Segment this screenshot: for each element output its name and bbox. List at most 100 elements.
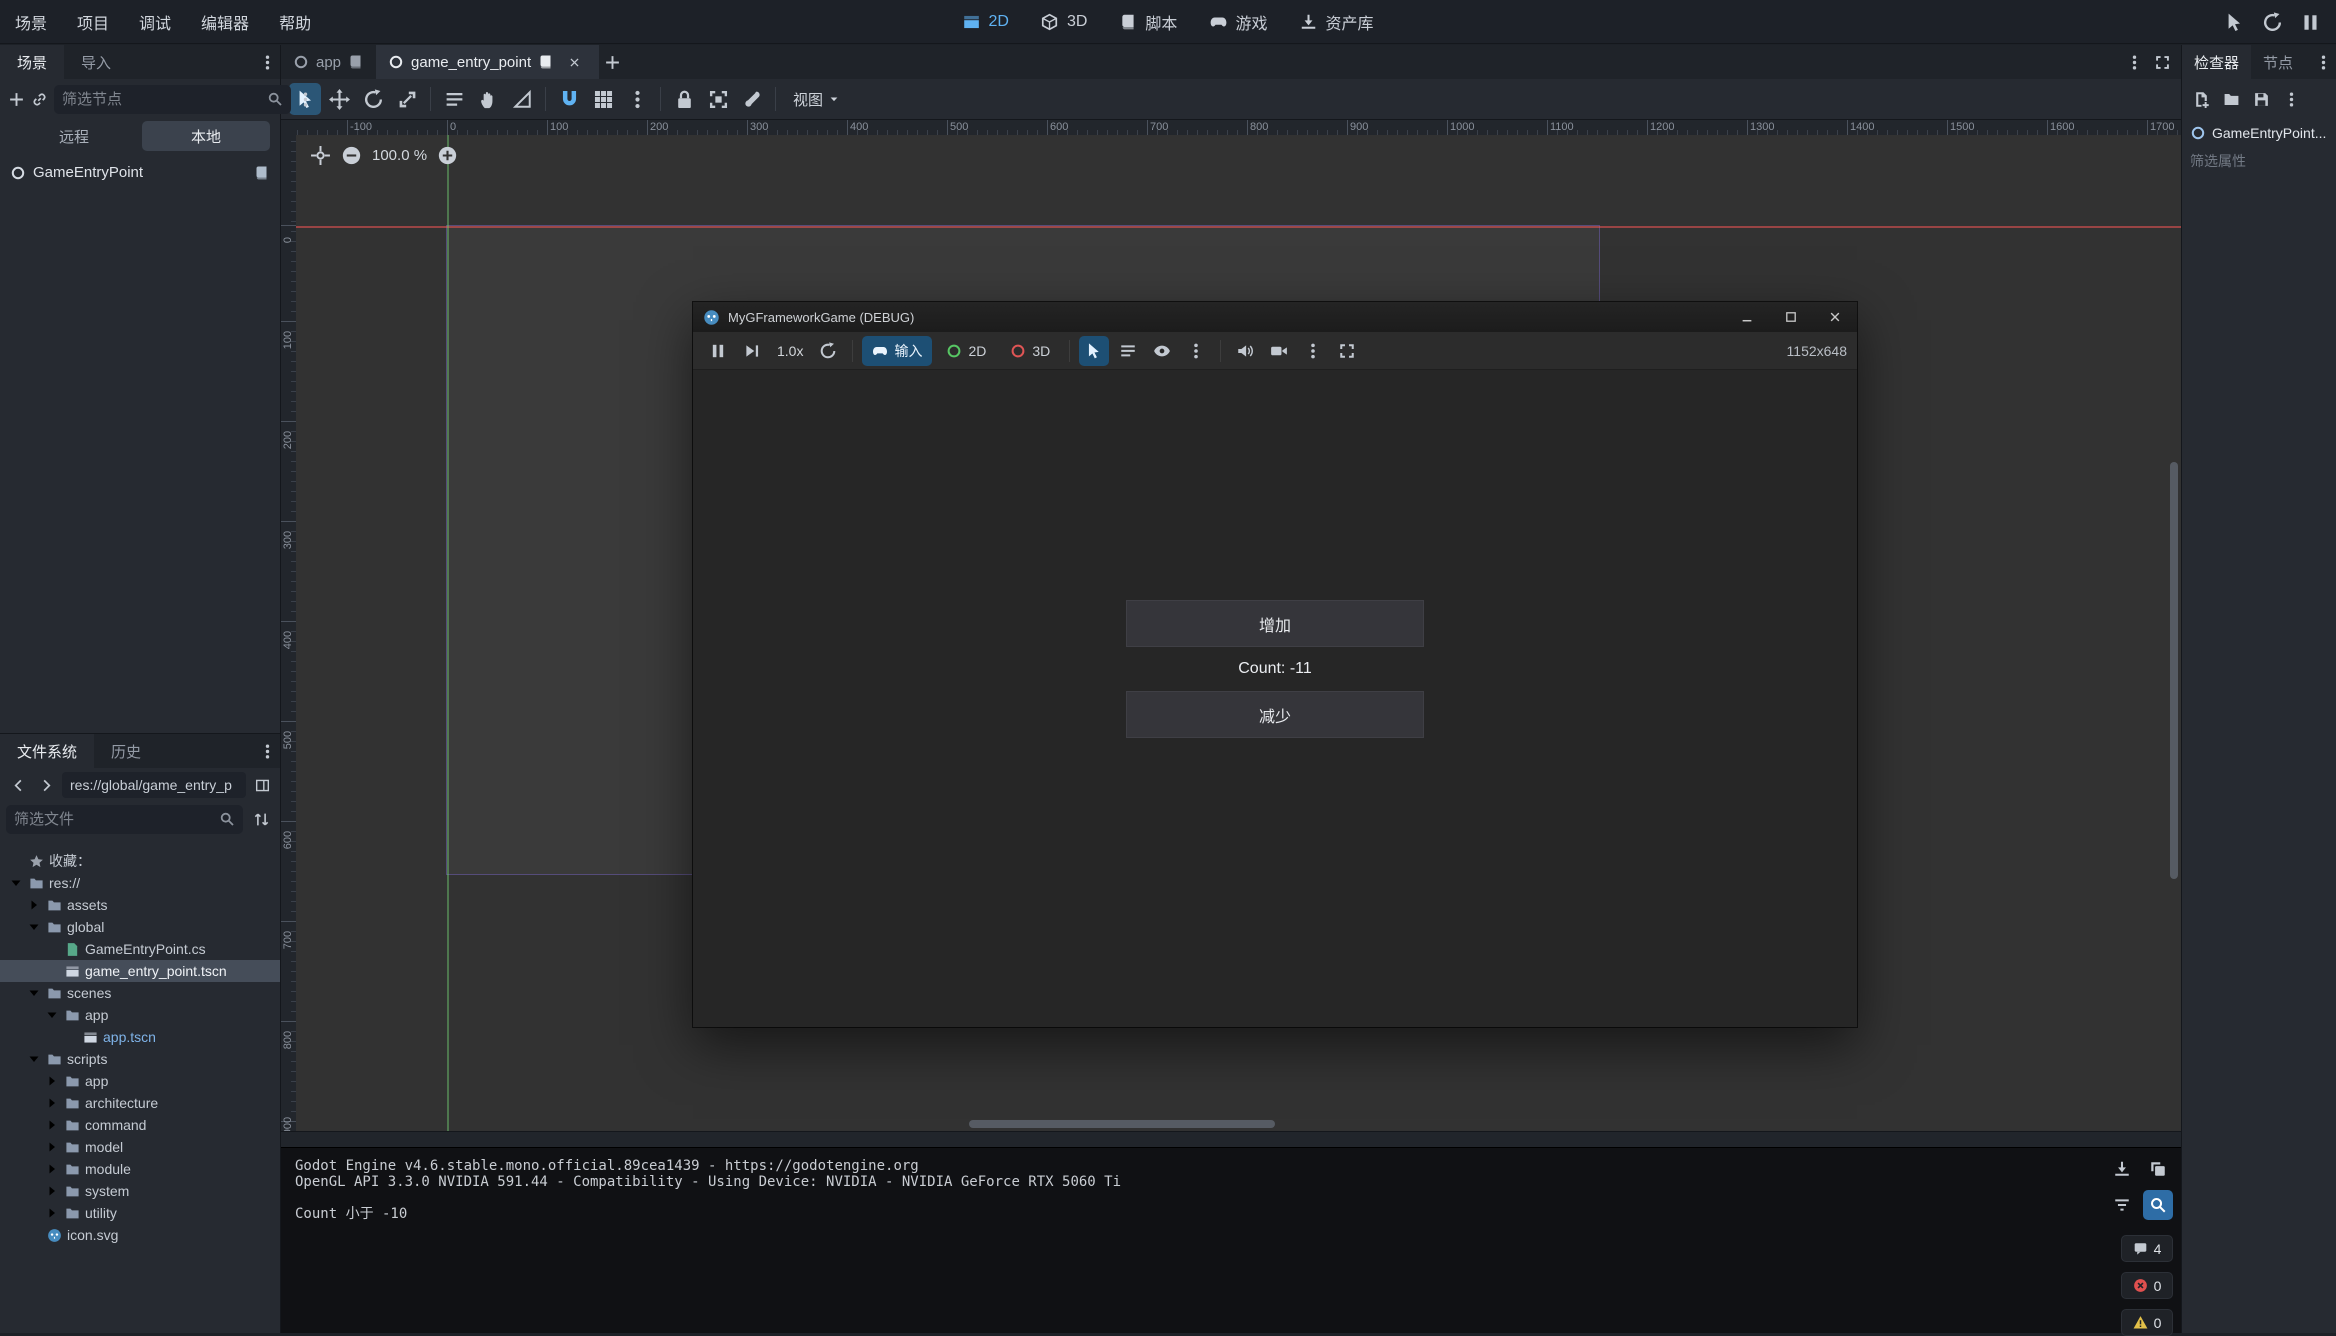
save-log-button[interactable] bbox=[2107, 1154, 2137, 1184]
close-window-button[interactable] bbox=[1813, 302, 1857, 332]
scale-tool-button[interactable] bbox=[391, 83, 423, 115]
filter-nodes-input[interactable] bbox=[62, 91, 261, 108]
pause-game-button[interactable] bbox=[2294, 6, 2326, 38]
selection-options-button[interactable] bbox=[1181, 336, 1211, 366]
search-log-button[interactable] bbox=[2143, 1190, 2173, 1220]
debug-3d-toggle[interactable]: 3D bbox=[1000, 336, 1060, 366]
scene-tab-app[interactable]: app bbox=[281, 45, 376, 79]
instance-scene-button[interactable] bbox=[31, 86, 48, 112]
embed-fullscreen-button[interactable] bbox=[1332, 336, 1362, 366]
sort-files-button[interactable] bbox=[248, 806, 274, 832]
input-mode-toggle[interactable]: 输入 bbox=[862, 336, 932, 366]
smart-snap-button[interactable] bbox=[553, 83, 585, 115]
game-window-titlebar[interactable]: MyGFrameworkGame (DEBUG) bbox=[693, 302, 1857, 332]
center-view-icon[interactable] bbox=[310, 145, 331, 166]
hscrollbar-thumb[interactable] bbox=[969, 1120, 1275, 1128]
workspace-script[interactable]: 脚本 bbox=[1106, 6, 1190, 38]
tree-row-scripts-app[interactable]: app bbox=[0, 1070, 280, 1092]
tree-row-scripts[interactable]: scripts bbox=[0, 1048, 280, 1070]
scene-root-node-row[interactable]: GameEntryPoint bbox=[0, 159, 280, 186]
expander-right-icon[interactable] bbox=[44, 1073, 60, 1089]
scene-tab-game-entry-point[interactable]: game_entry_point bbox=[376, 45, 599, 79]
expander-down-icon[interactable] bbox=[8, 875, 24, 891]
lock-selected-button[interactable] bbox=[668, 83, 700, 115]
nav-back-button[interactable] bbox=[6, 773, 30, 797]
expander-down-icon[interactable] bbox=[44, 1007, 60, 1023]
favorites-row[interactable]: 收藏： bbox=[0, 850, 280, 872]
tab-inspector[interactable]: 检查器 bbox=[2182, 45, 2251, 79]
remote-button[interactable]: 远程 bbox=[10, 121, 138, 151]
workspace-game[interactable]: 游戏 bbox=[1196, 6, 1280, 38]
tab-history[interactable]: 历史 bbox=[94, 734, 158, 768]
selection-visibility-button[interactable] bbox=[1147, 336, 1177, 366]
tree-row-assets[interactable]: assets bbox=[0, 894, 280, 916]
load-resource-button[interactable] bbox=[2218, 86, 2244, 112]
minimize-window-button[interactable] bbox=[1725, 302, 1769, 332]
save-resource-button[interactable] bbox=[2248, 86, 2274, 112]
tree-row-module[interactable]: module bbox=[0, 1158, 280, 1180]
expander-down-icon[interactable] bbox=[26, 1051, 42, 1067]
pan-tool-button[interactable] bbox=[472, 83, 504, 115]
snap-options-button[interactable] bbox=[621, 83, 653, 115]
workspace-2d[interactable]: 2D bbox=[950, 6, 1022, 38]
list-select-tool-button[interactable] bbox=[438, 83, 470, 115]
distraction-free-button[interactable] bbox=[2149, 49, 2175, 75]
zoom-level-label[interactable]: 100.0 % bbox=[372, 147, 427, 164]
next-frame-button[interactable] bbox=[737, 336, 767, 366]
local-button[interactable]: 本地 bbox=[142, 121, 270, 151]
filesystem-menu-button[interactable] bbox=[254, 738, 280, 764]
tree-row-model[interactable]: model bbox=[0, 1136, 280, 1158]
workspace-assetlib[interactable]: 资产库 bbox=[1286, 6, 1386, 38]
messages-filter-badge[interactable]: 4 bbox=[2121, 1235, 2173, 1262]
menu-help[interactable]: 帮助 bbox=[264, 0, 326, 43]
tree-row-gameentrypoint-cs[interactable]: GameEntryPoint.cs bbox=[0, 938, 280, 960]
vscrollbar-thumb[interactable] bbox=[2170, 462, 2178, 879]
workspace-3d[interactable]: 3D bbox=[1028, 6, 1100, 38]
tree-row-app-tscn[interactable]: app.tscn bbox=[0, 1026, 280, 1048]
inspector-dock-menu-button[interactable] bbox=[2310, 49, 2336, 75]
add-node-button[interactable] bbox=[8, 86, 25, 112]
tab-import[interactable]: 导入 bbox=[64, 45, 128, 79]
current-path-input[interactable] bbox=[62, 772, 246, 798]
expander-down-icon[interactable] bbox=[26, 919, 42, 935]
collapse-duplicates-button[interactable] bbox=[2107, 1190, 2137, 1220]
expander-right-icon[interactable] bbox=[26, 897, 42, 913]
camera-options-button[interactable] bbox=[1298, 336, 1328, 366]
scene-dock-menu-button[interactable] bbox=[254, 49, 280, 75]
expander-down-icon[interactable] bbox=[26, 985, 42, 1001]
maximize-window-button[interactable] bbox=[1769, 302, 1813, 332]
warnings-filter-badge[interactable]: 0 bbox=[2121, 1309, 2173, 1336]
attached-script-icon[interactable] bbox=[254, 165, 270, 181]
toggle-split-mode-button[interactable] bbox=[250, 773, 274, 797]
scene-tree-menu-button[interactable] bbox=[297, 86, 314, 112]
filter-properties-input[interactable] bbox=[2190, 153, 2328, 169]
tree-row-command[interactable]: command bbox=[0, 1114, 280, 1136]
rotate-tool-button[interactable] bbox=[357, 83, 389, 115]
view-menu-button[interactable]: 视图 bbox=[783, 84, 850, 114]
move-tool-button[interactable] bbox=[323, 83, 355, 115]
tree-row-global[interactable]: global bbox=[0, 916, 280, 938]
camera-override-button[interactable] bbox=[1264, 336, 1294, 366]
menu-debug[interactable]: 调试 bbox=[124, 0, 186, 43]
tab-filesystem[interactable]: 文件系统 bbox=[0, 734, 94, 768]
decrease-button[interactable]: 减少 bbox=[1126, 691, 1424, 738]
nav-forward-button[interactable] bbox=[34, 773, 58, 797]
game-select-mode-button[interactable] bbox=[1079, 336, 1109, 366]
new-scene-tab-button[interactable] bbox=[599, 49, 625, 75]
tree-row-scenes-app[interactable]: app bbox=[0, 1004, 280, 1026]
tree-row-icon-svg[interactable]: icon.svg bbox=[0, 1224, 280, 1246]
tree-row-system[interactable]: system bbox=[0, 1180, 280, 1202]
restart-game-button[interactable] bbox=[2256, 6, 2288, 38]
time-scale-label[interactable]: 1.0x bbox=[771, 343, 809, 359]
grid-snap-button[interactable] bbox=[587, 83, 619, 115]
new-resource-button[interactable] bbox=[2188, 86, 2214, 112]
reset-time-scale-button[interactable] bbox=[813, 336, 843, 366]
copy-log-button[interactable] bbox=[2143, 1154, 2173, 1184]
mute-audio-button[interactable] bbox=[1230, 336, 1260, 366]
tree-row-game-entry-point-tscn[interactable]: game_entry_point.tscn bbox=[0, 960, 280, 982]
zoom-in-button[interactable] bbox=[437, 145, 458, 166]
suspend-button[interactable] bbox=[703, 336, 733, 366]
edited-object-row[interactable]: GameEntryPoint... bbox=[2182, 119, 2336, 147]
skeleton-options-button[interactable] bbox=[736, 83, 768, 115]
debugger-pick-button[interactable] bbox=[2218, 6, 2250, 38]
